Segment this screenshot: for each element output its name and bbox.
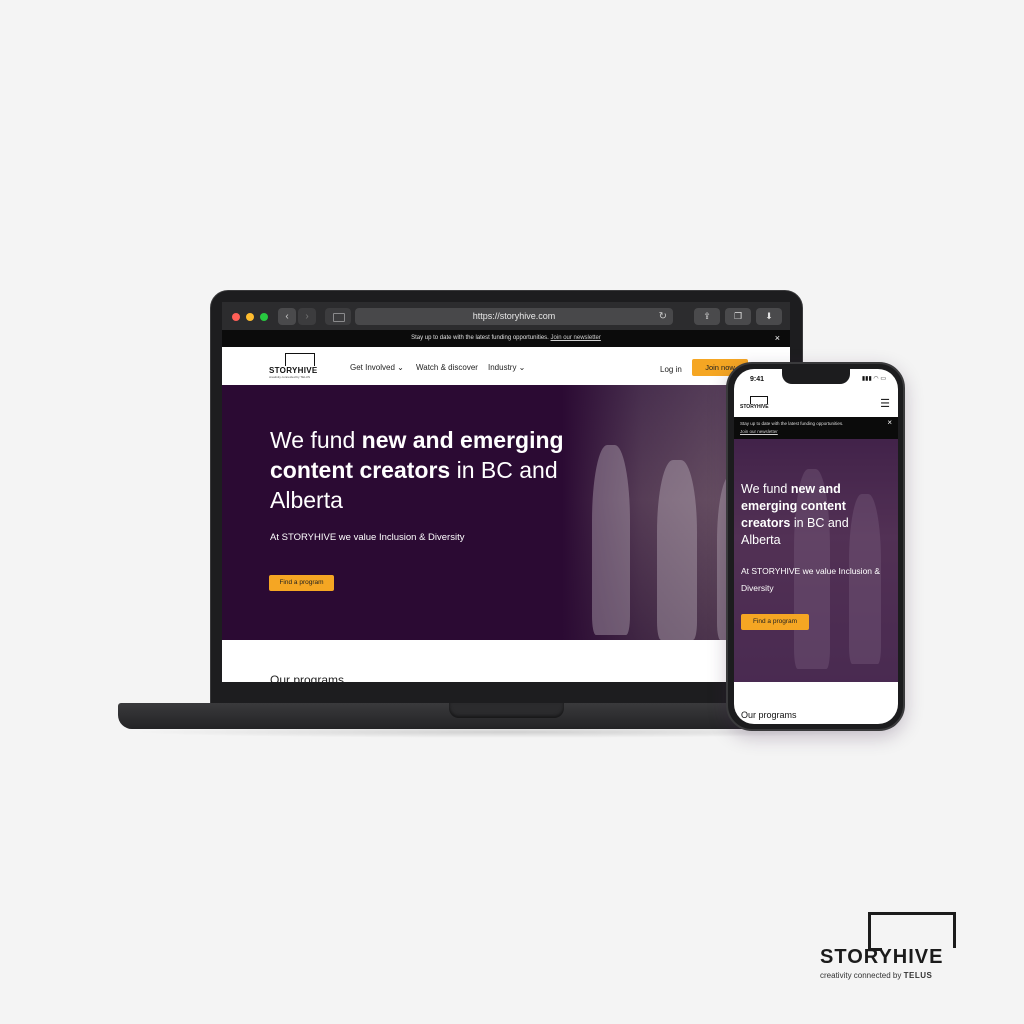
find-program-button[interactable]: Find a program [269, 575, 334, 591]
banner-close-icon[interactable]: × [887, 419, 892, 427]
newsletter-link[interactable]: Join our newsletter [551, 335, 601, 341]
telus-wordmark: TELUS [903, 971, 933, 980]
banner-close-icon[interactable]: × [775, 330, 780, 347]
nav-get-involved[interactable]: Get Involved ⌄ [350, 363, 404, 372]
login-link[interactable]: Log in [660, 365, 682, 374]
phone-notch [782, 369, 850, 384]
logo-subtitle: creativity connected by TELUS [269, 375, 310, 379]
nav-industry[interactable]: Industry ⌄ [488, 363, 525, 372]
nav-watch-discover[interactable]: Watch & discover [416, 363, 478, 372]
hero-title-part: We fund [270, 427, 362, 453]
close-window-button[interactable] [232, 313, 240, 321]
status-time: 9:41 [750, 376, 765, 383]
laptop-notch [449, 703, 564, 718]
hero-title-part: We fund [741, 482, 791, 496]
find-program-button[interactable]: Find a program [741, 614, 809, 630]
downloads-button[interactable]: ⬇ [756, 308, 782, 325]
site-logo[interactable]: STORYHIVE creativity connected by TELUS [269, 353, 319, 379]
browser-toolbar: ‹ › https://storyhive.com ↻ ⇪ ❐ ⬇ [222, 302, 790, 330]
hamburger-menu-icon[interactable]: ☰ [880, 397, 890, 410]
logo-speech-box [750, 396, 768, 404]
newsletter-banner: Stay up to date with the latest funding … [222, 330, 790, 347]
newsletter-link[interactable]: Join our newsletter [740, 429, 778, 434]
hero-title: We fund new and emerging content creator… [270, 425, 610, 515]
sidebar-toggle-icon[interactable] [325, 308, 351, 325]
banner-text: Stay up to date with the latest funding … [740, 421, 844, 426]
share-button[interactable]: ⇪ [694, 308, 720, 325]
photo-figure [657, 460, 697, 640]
hero-overlay [734, 439, 898, 682]
programs-heading: Our programs [741, 710, 797, 720]
logo-speech-box [868, 912, 956, 951]
back-button[interactable]: ‹ [278, 308, 296, 325]
logo-text: STORYHIVE [740, 404, 769, 410]
maximize-window-button[interactable] [260, 313, 268, 321]
phone-hero-section: We fund new and emerging content creator… [734, 439, 898, 682]
minimize-window-button[interactable] [246, 313, 254, 321]
status-icons: ▮▮▮ ◠ ▭ [861, 376, 886, 382]
laptop-screen: ‹ › https://storyhive.com ↻ ⇪ ❐ ⬇ Stay u… [222, 302, 790, 682]
hero-section: We fund new and emerging content creator… [222, 385, 790, 640]
hero-subtitle: At STORYHIVE we value Inclusion & Divers… [270, 532, 465, 543]
programs-heading: Our programs [270, 673, 345, 682]
banner-text: Stay up to date with the latest funding … [411, 335, 549, 341]
site-header: STORYHIVE creativity connected by TELUS … [222, 347, 790, 385]
url-text: https://storyhive.com [472, 311, 556, 321]
hero-title: We fund new and emerging content creator… [741, 481, 891, 549]
reload-icon[interactable]: ↻ [659, 308, 667, 325]
hero-subtitle: At STORYHIVE we value Inclusion & Divers… [741, 566, 881, 593]
forward-button[interactable]: › [298, 308, 316, 325]
brand-name: STORYHIVE [820, 946, 944, 968]
phone-newsletter-banner: Stay up to date with the latest funding … [734, 417, 898, 439]
brand-tagline: creativity connected by TELUS [820, 971, 932, 980]
phone-screen: 9:41 ▮▮▮ ◠ ▭ STORYHIVE ☰ Stay up to date… [734, 369, 898, 724]
logo-text: STORYHIVE [269, 366, 318, 375]
tabs-overview-button[interactable]: ❐ [725, 308, 751, 325]
tagline-text: creativity connected by [820, 971, 902, 980]
logo-speech-box [285, 353, 315, 366]
storyhive-brand-logo: STORYHIVE creativity connected by TELUS [818, 910, 958, 984]
address-bar[interactable]: https://storyhive.com ↻ [355, 308, 673, 325]
phone-site-logo[interactable]: STORYHIVE [740, 396, 770, 412]
